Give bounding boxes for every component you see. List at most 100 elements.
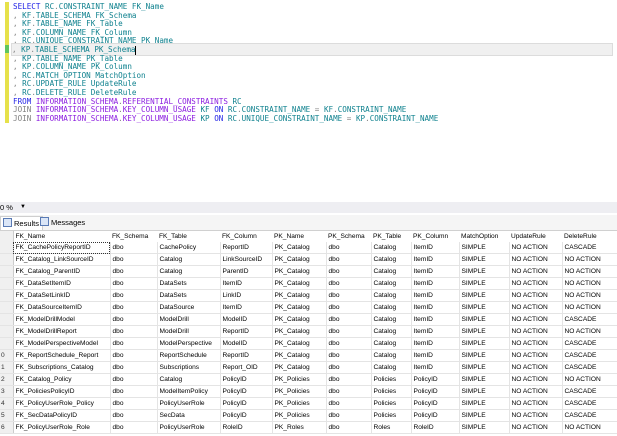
table-cell[interactable]: FK_ModelPerspectiveModel	[13, 337, 111, 350]
table-cell[interactable]: dbo	[110, 289, 158, 302]
table-cell[interactable]: FK_Catalog_Policy	[13, 373, 111, 386]
table-cell[interactable]: dbo	[110, 397, 158, 410]
table-cell[interactable]: ItemID	[411, 349, 460, 362]
row-number[interactable]	[0, 265, 14, 278]
table-cell[interactable]: RoleID	[411, 421, 460, 434]
table-row[interactable]: FK_Catalog_LinkSourceID dbo Catalog LinkSou…	[0, 253, 617, 266]
table-row[interactable]: FK_Catalog_ParentID dbo Catalog ParentID PK_…	[0, 265, 617, 278]
table-cell[interactable]: SIMPLE	[459, 361, 510, 374]
table-cell[interactable]: FK_PoliciesPolicyID	[13, 385, 111, 398]
row-number[interactable]	[0, 337, 14, 350]
table-cell[interactable]: NO ACTION	[509, 325, 563, 338]
table-cell[interactable]: PolicyID	[411, 385, 460, 398]
table-cell[interactable]: SIMPLE	[459, 397, 510, 410]
table-cell[interactable]: FK_Subscriptions_Catalog	[13, 361, 111, 374]
table-cell[interactable]: ItemID	[220, 277, 273, 290]
table-cell[interactable]: dbo	[110, 277, 158, 290]
table-cell[interactable]: dbo	[326, 409, 372, 422]
table-cell[interactable]: NO ACTION	[509, 337, 563, 350]
table-cell[interactable]: Catalog	[371, 265, 412, 278]
query-editor[interactable]: SELECT RC.CONSTRAINT_NAME FK_Name, KF.TA…	[0, 0, 617, 176]
table-cell[interactable]: FK_PolicyUserRole_Policy	[13, 397, 111, 410]
table-cell[interactable]: PolicyID	[220, 409, 273, 422]
table-cell[interactable]: NO ACTION	[509, 253, 563, 266]
table-cell[interactable]: ModelID	[220, 313, 273, 326]
table-cell[interactable]: PK_Catalog	[272, 361, 327, 374]
table-cell[interactable]: Policies	[371, 385, 412, 398]
table-cell[interactable]: dbo	[326, 301, 372, 314]
table-cell[interactable]: CASCADE	[562, 397, 617, 410]
table-cell[interactable]: dbo	[326, 385, 372, 398]
table-cell[interactable]: dbo	[326, 265, 372, 278]
column-header[interactable]: FK_Table	[157, 231, 220, 242]
table-cell[interactable]: dbo	[326, 289, 372, 302]
table-cell[interactable]: PK_Catalog	[272, 313, 327, 326]
table-cell[interactable]: dbo	[326, 373, 372, 386]
table-cell[interactable]: PK_Catalog	[272, 349, 327, 362]
table-cell[interactable]: NO ACTION	[509, 397, 563, 410]
table-cell[interactable]: dbo	[110, 313, 158, 326]
table-cell[interactable]: PolicyID	[411, 409, 460, 422]
table-cell[interactable]: PK_Catalog	[272, 242, 327, 254]
table-cell[interactable]: dbo	[110, 349, 158, 362]
column-header[interactable]: PK_Table	[371, 231, 411, 242]
table-cell[interactable]: ModelPerspective	[157, 337, 221, 350]
table-cell[interactable]: SIMPLE	[459, 373, 510, 386]
table-cell[interactable]: Policies	[371, 409, 412, 422]
table-row[interactable]: 6 FK_PolicyUserRole_Role dbo PolicyUserRole…	[0, 421, 617, 434]
table-cell[interactable]: Catalog	[371, 361, 412, 374]
table-cell[interactable]: SIMPLE	[459, 265, 510, 278]
table-row[interactable]: 4 FK_PolicyUserRole_Policy dbo PolicyUserRo…	[0, 397, 617, 410]
table-cell[interactable]: NO ACTION	[509, 373, 563, 386]
table-cell[interactable]: Catalog	[371, 242, 412, 254]
table-row[interactable]: FK_DataSourceItemID dbo DataSource ItemID PK…	[0, 301, 617, 314]
row-number[interactable]: 1	[0, 361, 14, 374]
table-cell[interactable]: CASCADE	[562, 337, 617, 350]
table-cell[interactable]: ReportSchedule	[157, 349, 221, 362]
table-cell[interactable]: NO ACTION	[509, 409, 563, 422]
table-cell[interactable]: ItemID	[411, 325, 460, 338]
table-cell[interactable]: NO ACTION	[562, 289, 617, 302]
table-cell[interactable]: ModelItemPolicy	[157, 385, 221, 398]
row-number[interactable]: 3	[0, 385, 14, 398]
table-cell[interactable]: dbo	[326, 242, 372, 254]
table-cell[interactable]: NO ACTION	[562, 301, 617, 314]
table-cell[interactable]: SIMPLE	[459, 253, 510, 266]
table-cell[interactable]: PolicyID	[411, 397, 460, 410]
table-cell[interactable]: RoleID	[220, 421, 273, 434]
table-cell[interactable]: dbo	[110, 385, 158, 398]
table-cell[interactable]: ModelID	[220, 337, 273, 350]
table-cell[interactable]: dbo	[110, 301, 158, 314]
table-cell[interactable]: ItemID	[411, 277, 460, 290]
table-cell[interactable]: DataSource	[157, 301, 221, 314]
table-cell[interactable]: Policies	[371, 397, 412, 410]
table-cell[interactable]: dbo	[110, 337, 158, 350]
row-number[interactable]	[0, 301, 14, 314]
table-cell[interactable]: SIMPLE	[459, 301, 510, 314]
table-cell[interactable]: NO ACTION	[509, 301, 563, 314]
table-cell[interactable]: Roles	[371, 421, 412, 434]
table-cell[interactable]: ModelDrill	[157, 325, 221, 338]
table-cell[interactable]: FK_Catalog_ParentID	[13, 265, 111, 278]
table-cell[interactable]: dbo	[110, 265, 158, 278]
table-cell[interactable]: PolicyID	[220, 373, 273, 386]
table-cell[interactable]: LinkSourceID	[220, 253, 273, 266]
table-cell[interactable]: FK_ModelDrillModel	[13, 313, 111, 326]
table-cell[interactable]: SIMPLE	[459, 409, 510, 422]
table-cell[interactable]: ReportID	[220, 349, 273, 362]
table-cell[interactable]: dbo	[326, 337, 372, 350]
table-cell[interactable]: dbo	[326, 421, 372, 434]
table-cell[interactable]: dbo	[326, 361, 372, 374]
table-cell[interactable]: dbo	[326, 313, 372, 326]
row-number[interactable]	[0, 277, 14, 290]
table-cell[interactable]: Catalog	[371, 325, 412, 338]
table-cell[interactable]: NO ACTION	[562, 421, 617, 434]
table-cell[interactable]: LinkID	[220, 289, 273, 302]
table-cell[interactable]: Catalog	[157, 253, 221, 266]
table-cell[interactable]: FK_CachePolicyReportID	[13, 242, 111, 254]
table-cell[interactable]: dbo	[326, 349, 372, 362]
table-cell[interactable]: Catalog	[371, 289, 412, 302]
table-cell[interactable]: dbo	[110, 373, 158, 386]
table-cell[interactable]: CASCADE	[562, 361, 617, 374]
column-header[interactable]: PK_Schema	[326, 231, 371, 242]
